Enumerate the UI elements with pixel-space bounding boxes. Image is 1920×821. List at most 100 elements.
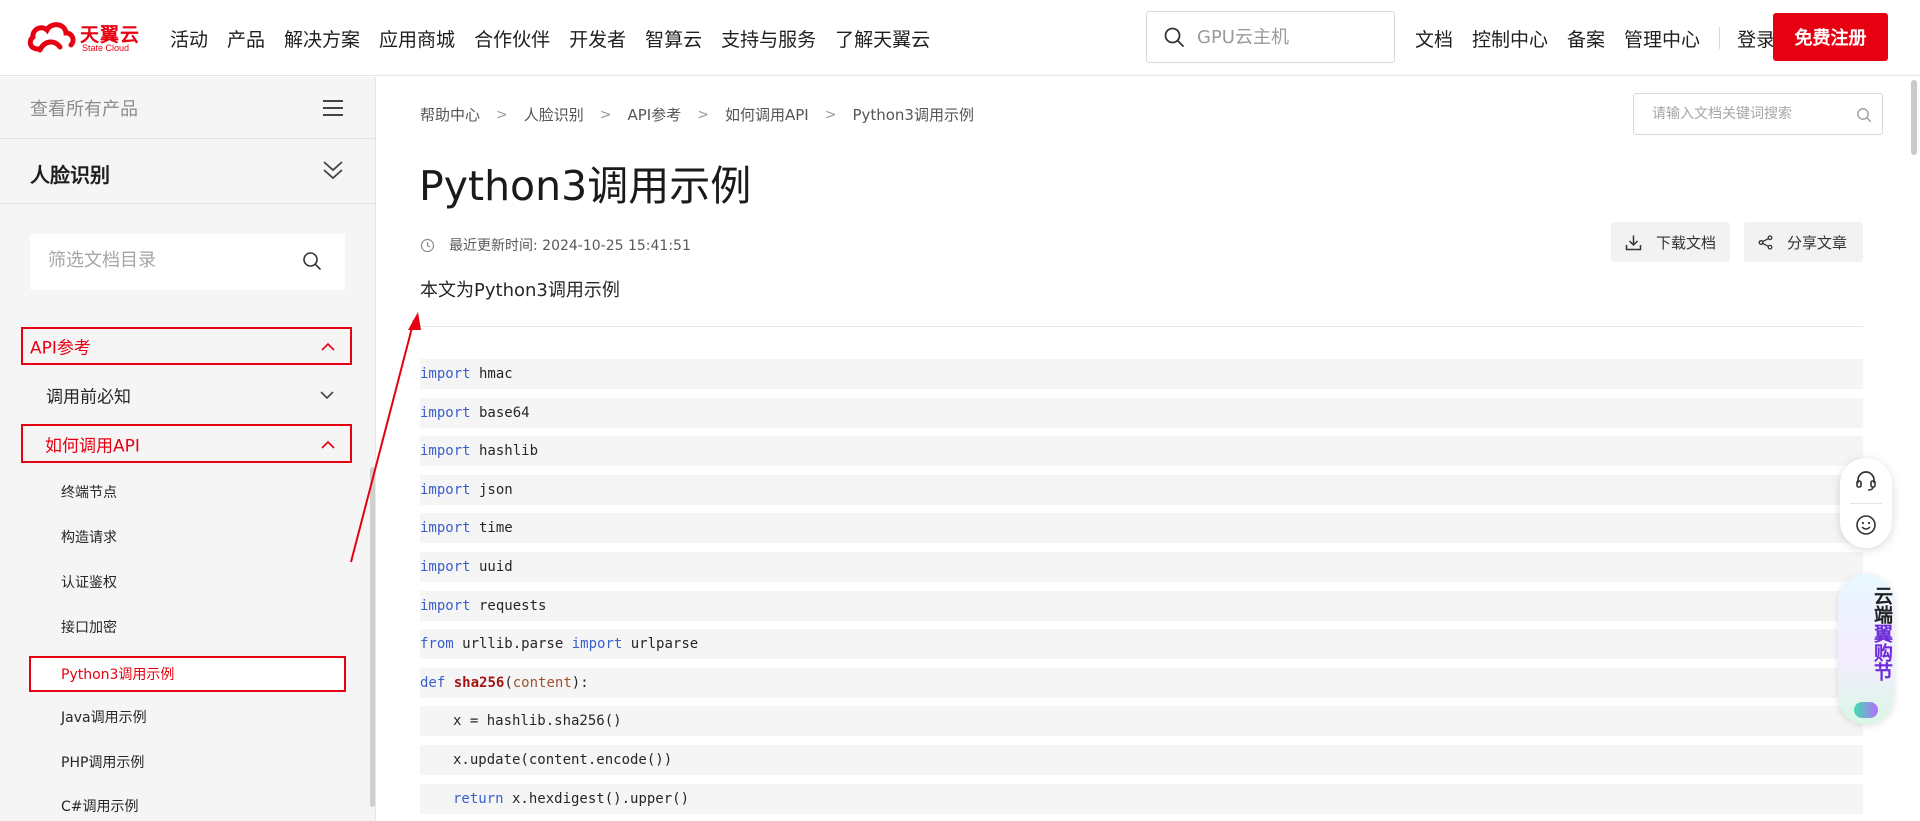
code-token: from	[420, 636, 454, 653]
register-button[interactable]: 免费注册	[1773, 13, 1888, 61]
tree-item-csharp-example[interactable]: C#调用示例	[30, 790, 350, 821]
tree-item-label: Java调用示例	[61, 710, 147, 726]
page-title: Python3调用示例	[419, 162, 752, 210]
global-search-input[interactable]	[1197, 26, 1377, 48]
breadcrumb-face-recognition[interactable]: 人脸识别	[524, 104, 584, 125]
nav-management[interactable]: 管理中心	[1624, 25, 1700, 52]
product-selector[interactable]: 人脸识别	[0, 140, 375, 204]
tree-item-construct-request[interactable]: 构造请求	[30, 520, 350, 554]
nav-item-activities[interactable]: 活动	[170, 25, 208, 52]
tree-item-label: 终端节点	[61, 485, 117, 501]
tree-item-label: Python3调用示例	[61, 667, 175, 683]
code-token: import	[571, 636, 623, 653]
download-doc-button[interactable]: 下载文档	[1611, 222, 1730, 262]
search-icon[interactable]	[302, 251, 322, 271]
nav-item-partners[interactable]: 合作伙伴	[474, 25, 550, 52]
nav-item-products[interactable]: 产品	[227, 25, 265, 52]
tree-item-label: C#调用示例	[61, 798, 139, 815]
nav-item-solutions[interactable]: 解决方案	[284, 25, 360, 52]
login-link[interactable]: 登录	[1737, 25, 1775, 52]
brand-logo[interactable]: 天翼云 State Cloud	[26, 19, 142, 57]
all-products-label: 查看所有产品	[30, 99, 138, 120]
code-token: urlparse	[622, 636, 699, 653]
code-line: import uuid	[420, 552, 1863, 582]
doc-search-input[interactable]	[1652, 106, 1847, 122]
tree-item-before-calling[interactable]: 调用前必知	[30, 375, 352, 415]
nav-console[interactable]: 控制中心	[1472, 25, 1548, 52]
all-products-row[interactable]: 查看所有产品	[0, 77, 375, 139]
code-line: return x.hexdigest().upper()	[420, 783, 1863, 814]
nav-item-about[interactable]: 了解天翼云	[835, 25, 930, 52]
search-icon[interactable]	[1856, 107, 1872, 123]
smile-icon[interactable]	[1855, 514, 1877, 536]
annotation-arrow-icon	[350, 312, 421, 563]
tree-item-java-example[interactable]: Java调用示例	[30, 700, 350, 734]
code-line: import hashlib	[420, 436, 1863, 467]
menu-icon[interactable]	[322, 99, 344, 117]
global-search[interactable]	[1146, 11, 1395, 63]
chevron-up-icon	[321, 440, 335, 449]
breadcrumb-how-to-call-api[interactable]: 如何调用API	[725, 104, 809, 125]
nav-docs[interactable]: 文档	[1415, 25, 1453, 52]
code-line: import requests	[420, 590, 1863, 621]
nav-item-support[interactable]: 支持与服务	[721, 25, 816, 52]
code-line: import hmac	[420, 359, 1863, 389]
tree-item-label: 如何调用API	[45, 436, 140, 456]
tree-item-encryption[interactable]: 接口加密	[30, 610, 350, 644]
content-divider	[420, 326, 1863, 327]
nav-filing[interactable]: 备案	[1567, 25, 1605, 52]
code-line: def sha256(content):	[420, 667, 1863, 698]
breadcrumb-help-center[interactable]: 帮助中心	[420, 104, 480, 125]
tree-item-label: 认证鉴权	[61, 575, 117, 591]
code-token: base64	[470, 404, 530, 421]
breadcrumb-api-reference[interactable]: API参考	[628, 104, 682, 125]
tree-item-endpoints[interactable]: 终端节点	[30, 475, 350, 509]
doc-filter-input[interactable]	[48, 250, 288, 271]
page-scrollbar[interactable]	[1911, 80, 1917, 155]
code-token: ):	[571, 674, 589, 691]
nav-item-ai-cloud[interactable]: 智算云	[645, 25, 702, 52]
tree-item-python3-example[interactable]: Python3调用示例	[29, 656, 346, 692]
breadcrumb-current[interactable]: Python3调用示例	[852, 104, 974, 125]
tree-item-php-example[interactable]: PHP调用示例	[30, 745, 350, 779]
tree-item-authentication[interactable]: 认证鉴权	[30, 565, 350, 599]
headset-icon[interactable]	[1855, 470, 1877, 492]
tree-item-how-to-call-api[interactable]: 如何调用API	[21, 424, 352, 463]
nav-item-marketplace[interactable]: 应用商城	[379, 25, 455, 52]
doc-filter[interactable]	[30, 234, 345, 290]
chevron-up-icon	[321, 342, 335, 351]
code-token: x.hexdigest().upper()	[503, 790, 690, 807]
promo-badge[interactable]: 云端翼购节	[1838, 574, 1894, 724]
nav-separator	[1719, 27, 1721, 49]
chevron-right-icon: >	[697, 106, 709, 123]
tree-item-label: 构造请求	[61, 530, 117, 546]
code-token: x = hashlib.sha256()	[453, 713, 622, 730]
nav-item-developers[interactable]: 开发者	[569, 25, 626, 52]
doc-intro: 本文为Python3调用示例	[420, 280, 620, 301]
last-updated: 最近更新时间: 2024-10-25 15:41:51	[420, 235, 691, 255]
code-token: (	[504, 674, 513, 691]
main-nav: 活动 产品 解决方案 应用商城 合作伙伴 开发者 智算云 支持与服务 了解天翼云	[170, 0, 949, 76]
chevron-right-icon: >	[824, 106, 837, 123]
tree-item-label: API参考	[30, 338, 91, 359]
code-line: import json	[420, 474, 1863, 505]
tree-item-label: 调用前必知	[46, 387, 131, 408]
code-token: sha256	[453, 674, 505, 691]
chevron-right-icon: >	[599, 106, 612, 123]
chevron-down-icon	[320, 391, 334, 400]
brand-name-en: State Cloud	[82, 43, 130, 53]
promo-text-2: 翼购	[1871, 624, 1893, 662]
doc-search[interactable]	[1633, 93, 1883, 135]
promo-decoration	[1854, 702, 1878, 718]
code-line: x.update(content.encode())	[420, 745, 1863, 775]
share-article-button[interactable]: 分享文章	[1744, 222, 1863, 262]
tree-item-api-reference[interactable]: API参考	[21, 327, 352, 365]
code-line: x = hashlib.sha256()	[420, 706, 1863, 737]
panel-divider	[1850, 503, 1882, 504]
code-token: hmac	[470, 366, 513, 382]
double-chevron-down-icon[interactable]	[322, 158, 344, 182]
tree-item-label: 接口加密	[61, 620, 117, 636]
share-icon	[1758, 234, 1773, 250]
doc-sidebar: 查看所有产品 人脸识别 API参考	[0, 77, 376, 821]
promo-text: 云端翼购节	[1838, 586, 1894, 681]
